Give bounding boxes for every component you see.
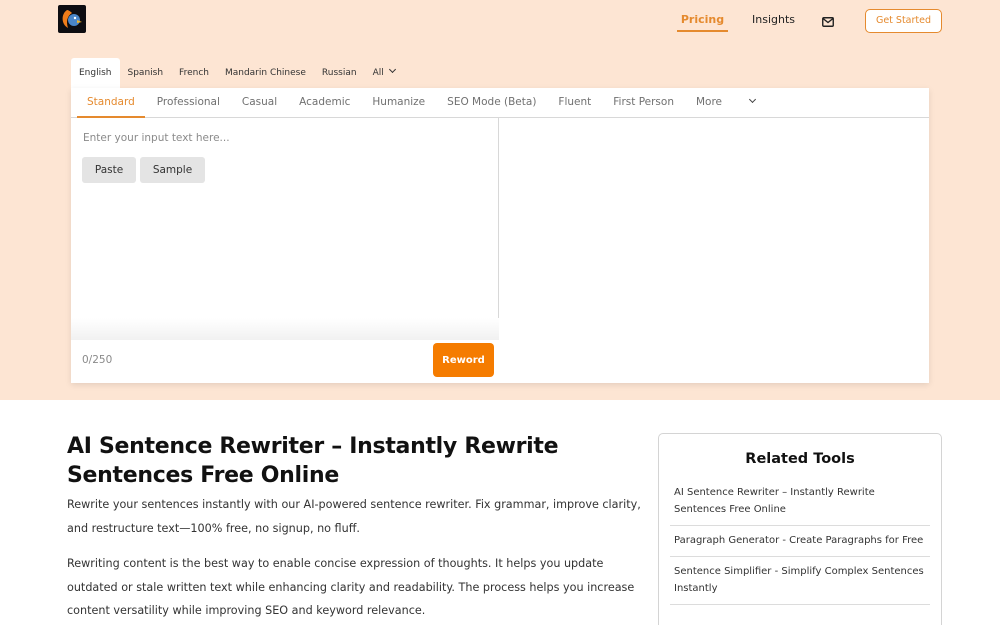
nav-insights-link[interactable]: Insights [752,9,795,31]
input-pane: Paste Sample 0/250 Reword [71,118,499,383]
lang-tab-all-label: All [372,68,384,78]
mode-tab-professional[interactable]: Professional [147,88,230,118]
chevron-down-icon [388,65,396,74]
mode-tab-fluent[interactable]: Fluent [548,88,601,118]
lang-tab-french[interactable]: French [171,58,217,88]
mode-tab-standard[interactable]: Standard [77,88,145,118]
mail-icon[interactable] [822,12,838,27]
lang-tab-mandarin-chinese[interactable]: Mandarin Chinese [217,58,314,88]
mode-tab-seo-mode[interactable]: SEO Mode (Beta) [437,88,546,118]
mode-tab-more-label: More [695,96,723,108]
article-intro: Rewrite your sentences instantly with ou… [67,498,641,535]
mode-tab-humanize[interactable]: Humanize [362,88,435,118]
related-tool-link[interactable]: AI Sentence Rewriter – Instantly Rewrite… [670,480,930,526]
lang-tab-spanish[interactable]: Spanish [120,58,172,88]
input-text-field[interactable] [75,128,495,148]
parrot-logo-icon[interactable] [58,5,86,33]
mode-tab-first-person[interactable]: First Person [603,88,684,118]
related-tool-link[interactable]: Sentence Simplifier - Simplify Complex S… [670,557,930,605]
related-tool-link[interactable]: Paragraph Generator - Create Paragraphs … [670,526,930,557]
sample-button[interactable]: Sample [140,157,205,183]
mode-tabs: Standard Professional Casual Academic Hu… [71,88,929,118]
lang-tab-russian[interactable]: Russian [314,58,365,88]
related-tools-heading: Related Tools [745,451,855,467]
rewriter-panel: Standard Professional Casual Academic Hu… [71,88,929,383]
nav-pricing-link[interactable]: Pricing [677,9,728,32]
article-paragraph: Rewriting content is the best way to ena… [67,557,635,617]
language-tabs: English Spanish French Mandarin Chinese … [71,58,403,88]
input-fade [71,318,499,340]
get-started-button[interactable]: Get Started [865,9,942,33]
output-pane[interactable] [500,118,929,383]
character-counter: 0/250 [82,354,113,366]
input-footer: 0/250 Reword [71,340,499,383]
lang-tab-english[interactable]: English [71,58,120,88]
lang-tab-all-dropdown[interactable]: All [365,58,403,88]
chevron-down-icon [748,95,757,104]
related-tools-card: Related Tools AI Sentence Rewriter – Ins… [658,433,942,625]
article: AI Sentence Rewriter – Instantly Rewrite… [67,432,642,623]
paste-button[interactable]: Paste [82,157,136,183]
reword-button[interactable]: Reword [433,343,494,377]
mode-tab-more-dropdown[interactable]: More [686,88,765,118]
mode-tab-academic[interactable]: Academic [289,88,360,118]
mode-tab-casual[interactable]: Casual [232,88,287,118]
page-title: AI Sentence Rewriter – Instantly Rewrite… [67,434,559,488]
